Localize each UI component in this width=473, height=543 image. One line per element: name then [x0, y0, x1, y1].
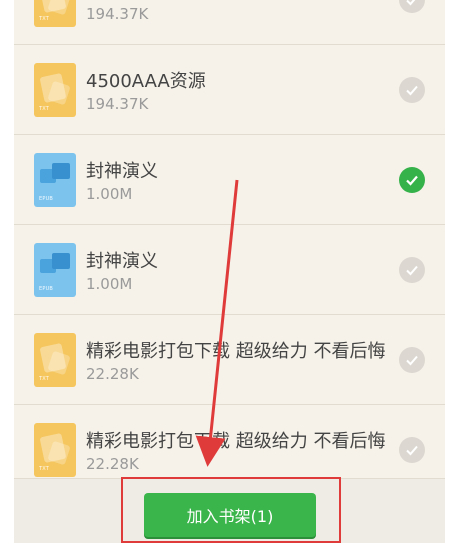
- file-size: 1.00M: [86, 185, 133, 203]
- file-name: 4500AAA资源: [86, 71, 206, 92]
- list-item[interactable]: TXT 精彩电影打包下载 超级给力 不看后悔 22.28K: [14, 315, 445, 405]
- select-checkbox[interactable]: [399, 257, 425, 283]
- checkmark-icon: [406, 355, 418, 366]
- checkmark-icon: [406, 0, 416, 6]
- file-name: 精彩电影打包下载 超级给力 不看后悔: [86, 431, 386, 452]
- file-name: 封神演义: [86, 161, 158, 182]
- list-item[interactable]: TXT 4500AAA资源 194.37K: [14, 45, 445, 135]
- txt-file-icon: TXT: [34, 333, 76, 387]
- add-to-bookshelf-button[interactable]: 加入书架(1): [144, 493, 316, 537]
- txt-file-icon: TXT: [34, 63, 76, 117]
- checkmark-icon: [406, 85, 418, 96]
- file-size: 22.28K: [86, 455, 139, 473]
- txt-file-icon: TXT: [34, 0, 76, 27]
- file-size: 1.00M: [86, 275, 133, 293]
- file-name: 精彩电影打包下载 超级给力 不看后悔: [86, 341, 386, 362]
- select-checkbox[interactable]: [399, 347, 425, 373]
- txt-file-icon: TXT: [34, 423, 76, 477]
- file-name: 封神演义: [86, 251, 158, 272]
- select-checkbox[interactable]: [399, 0, 425, 13]
- file-size: 194.37K: [86, 95, 149, 113]
- list-item[interactable]: TXT 194.37K: [14, 0, 445, 45]
- checkmark-icon: [406, 445, 418, 456]
- file-size: 194.37K: [86, 5, 149, 23]
- checkmark-icon: [406, 175, 418, 186]
- bottom-action-bar: 加入书架(1): [14, 478, 445, 543]
- file-list-panel: TXT 194.37K TXT 4500AAA资源 194.37K EPUB 封…: [14, 0, 445, 543]
- file-list: TXT 194.37K TXT 4500AAA资源 194.37K EPUB 封…: [14, 0, 445, 495]
- select-checkbox[interactable]: [399, 437, 425, 463]
- list-item[interactable]: EPUB 封神演义 1.00M: [14, 135, 445, 225]
- list-item[interactable]: EPUB 封神演义 1.00M: [14, 225, 445, 315]
- select-checkbox-checked[interactable]: [399, 167, 425, 193]
- epub-file-icon: EPUB: [34, 243, 76, 297]
- file-size: 22.28K: [86, 365, 139, 383]
- select-checkbox[interactable]: [399, 77, 425, 103]
- epub-file-icon: EPUB: [34, 153, 76, 207]
- checkmark-icon: [406, 265, 418, 276]
